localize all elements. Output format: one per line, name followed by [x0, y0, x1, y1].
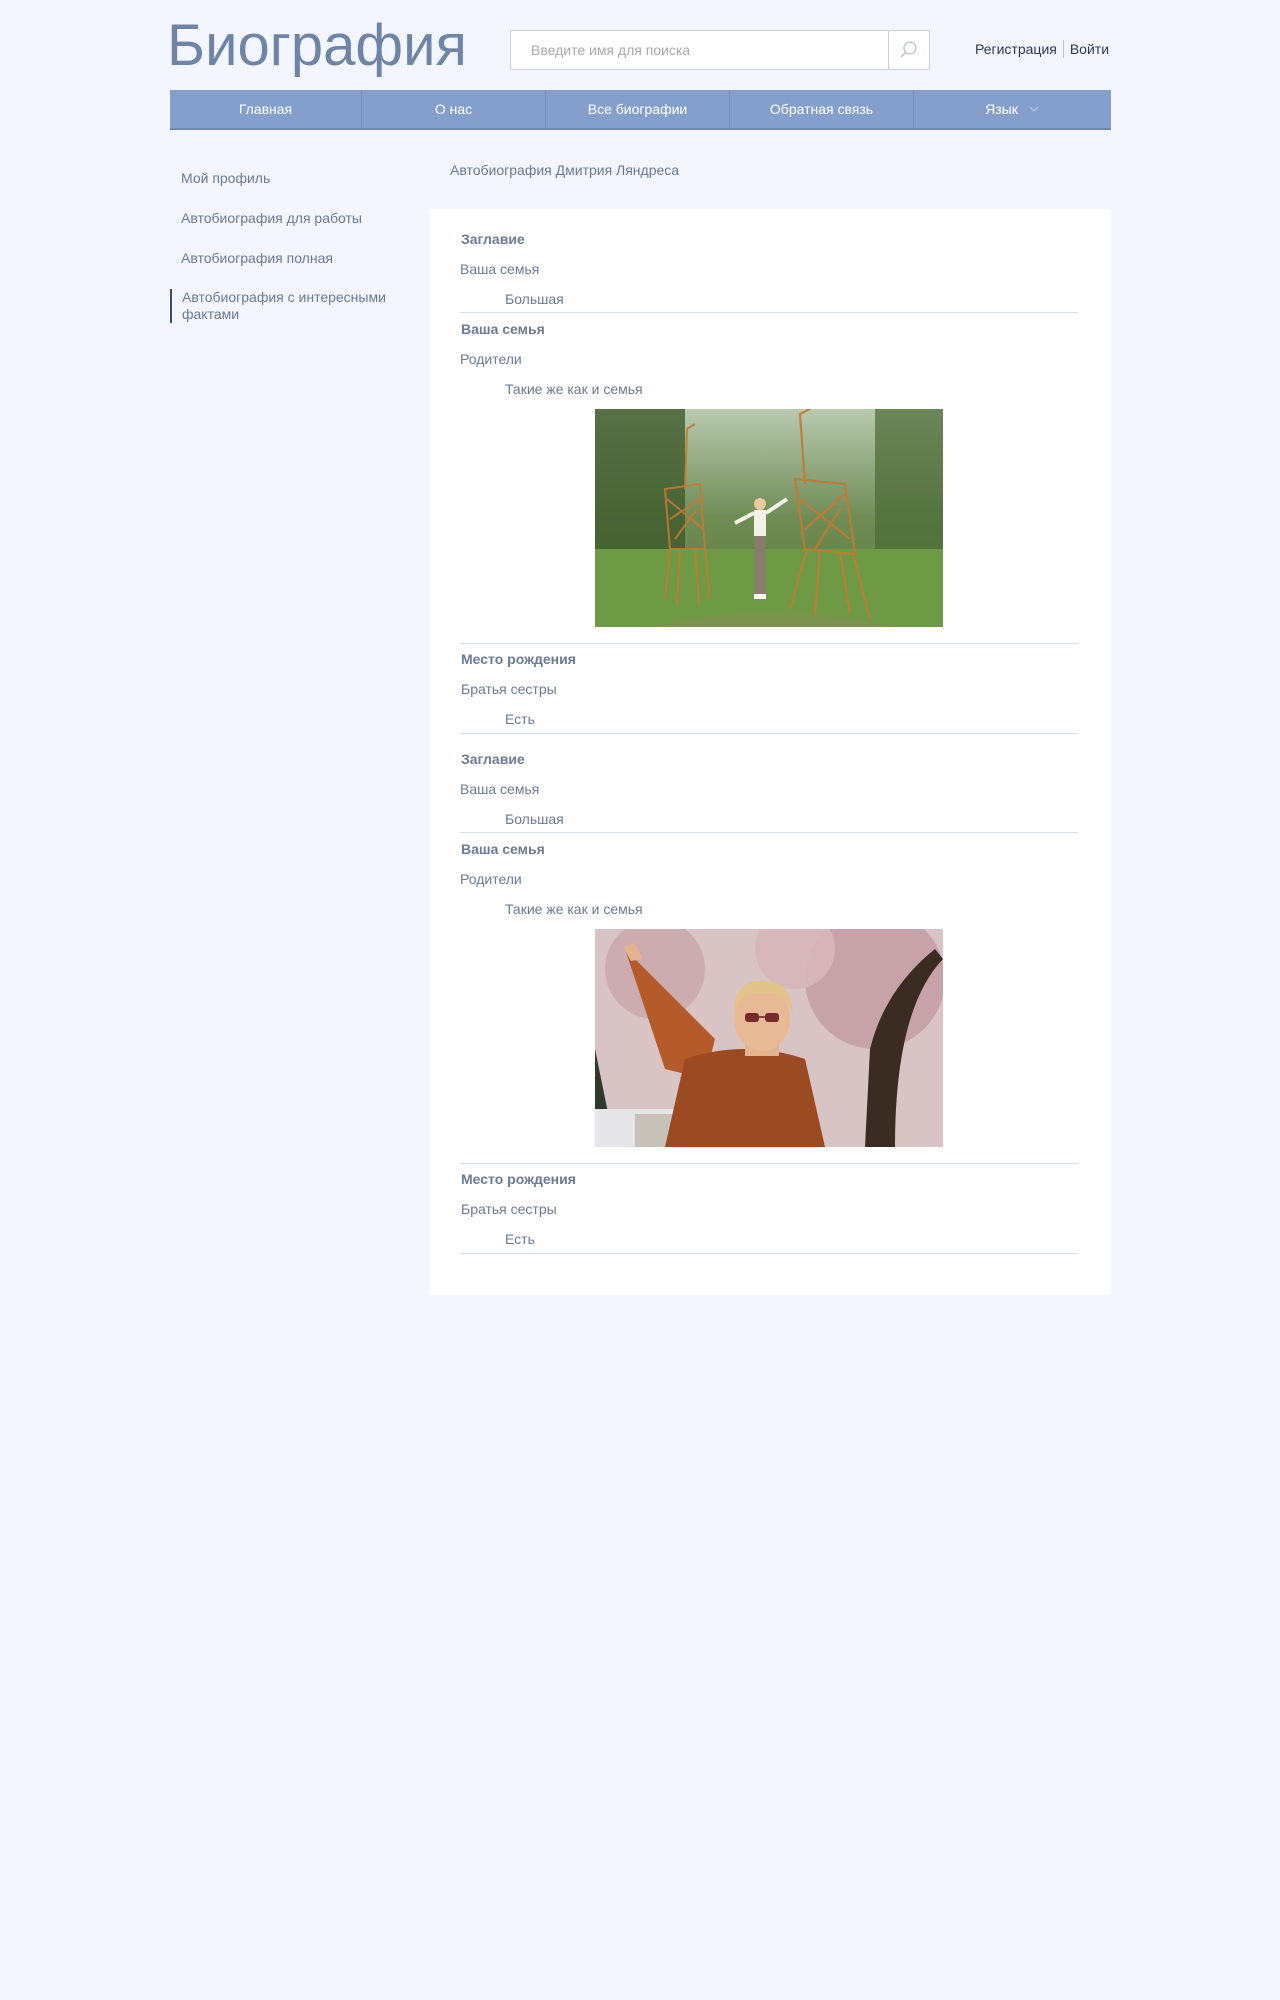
search-input[interactable] — [511, 31, 888, 69]
nav-item-language[interactable]: Язык — [914, 90, 1111, 128]
search-button[interactable] — [888, 31, 929, 69]
section-text: Ваша семья — [460, 781, 540, 797]
chevron-down-icon — [1029, 106, 1039, 112]
sidebar-item-my-profile[interactable]: Мой профиль — [170, 170, 410, 187]
register-link[interactable]: Регистрация — [975, 41, 1057, 57]
divider — [460, 643, 1078, 644]
section-heading: Ваша семья — [461, 841, 545, 857]
page-title: Автобиография Дмитрия Ляндреса — [450, 162, 680, 178]
content-card: Заглавие Ваша семья Большая Ваша семья Р… — [430, 209, 1111, 1295]
divider — [460, 312, 1078, 313]
section-subtext: Большая — [505, 291, 564, 307]
nav-item-about[interactable]: О нас — [362, 90, 546, 128]
section-heading: Заглавие — [461, 231, 525, 247]
section-text: Ваша семья — [460, 261, 540, 277]
photo-image — [595, 929, 943, 1147]
section-subtext: Такие же как и семья — [505, 901, 643, 917]
divider — [460, 832, 1078, 833]
nav-label: Все биографии — [587, 101, 688, 117]
search-icon — [900, 41, 917, 58]
nav-item-all-biographies[interactable]: Все биографии — [546, 90, 730, 128]
photo-image — [595, 409, 943, 627]
section-heading: Заглавие — [461, 751, 525, 767]
page: Биография Регистрация Войти Главная О на… — [0, 0, 1280, 2000]
section-text: Братья сестры — [461, 681, 557, 697]
nav-label: Язык — [985, 101, 1018, 117]
section-subtext: Есть — [505, 1231, 535, 1247]
section-subtext: Такие же как и семья — [505, 381, 643, 397]
auth-divider — [1062, 40, 1064, 58]
nav-label: О нас — [434, 101, 473, 117]
sidebar-item-interesting-facts[interactable]: Автобиография с интересными фактами — [170, 289, 410, 323]
section-text: Родители — [460, 351, 522, 367]
section-heading: Место рождения — [461, 1171, 576, 1187]
search-box — [510, 30, 930, 70]
sidebar-item-work-autobiography[interactable]: Автобиография для работы — [170, 210, 410, 227]
login-link[interactable]: Войти — [1070, 41, 1109, 57]
nav-label: Обратная связь — [769, 101, 874, 117]
section-subtext: Есть — [505, 711, 535, 727]
photo-woman-blossom — [595, 929, 943, 1147]
divider — [460, 1163, 1078, 1164]
section-subtext: Большая — [505, 811, 564, 827]
divider — [460, 733, 1078, 734]
auth-links: Регистрация Войти — [975, 40, 1109, 58]
photo-giraffes — [595, 409, 943, 627]
section-text: Братья сестры — [461, 1201, 557, 1217]
main-nav: Главная О нас Все биографии Обратная свя… — [170, 90, 1111, 130]
section-text: Родители — [460, 871, 522, 887]
nav-item-home[interactable]: Главная — [170, 90, 362, 128]
nav-item-feedback[interactable]: Обратная связь — [730, 90, 914, 128]
site-logo[interactable]: Биография — [167, 12, 467, 79]
section-heading: Место рождения — [461, 651, 576, 667]
sidebar-item-full-autobiography[interactable]: Автобиография полная — [170, 250, 410, 267]
divider — [460, 1253, 1078, 1254]
nav-label: Главная — [238, 101, 293, 117]
section-heading: Ваша семья — [461, 321, 545, 337]
